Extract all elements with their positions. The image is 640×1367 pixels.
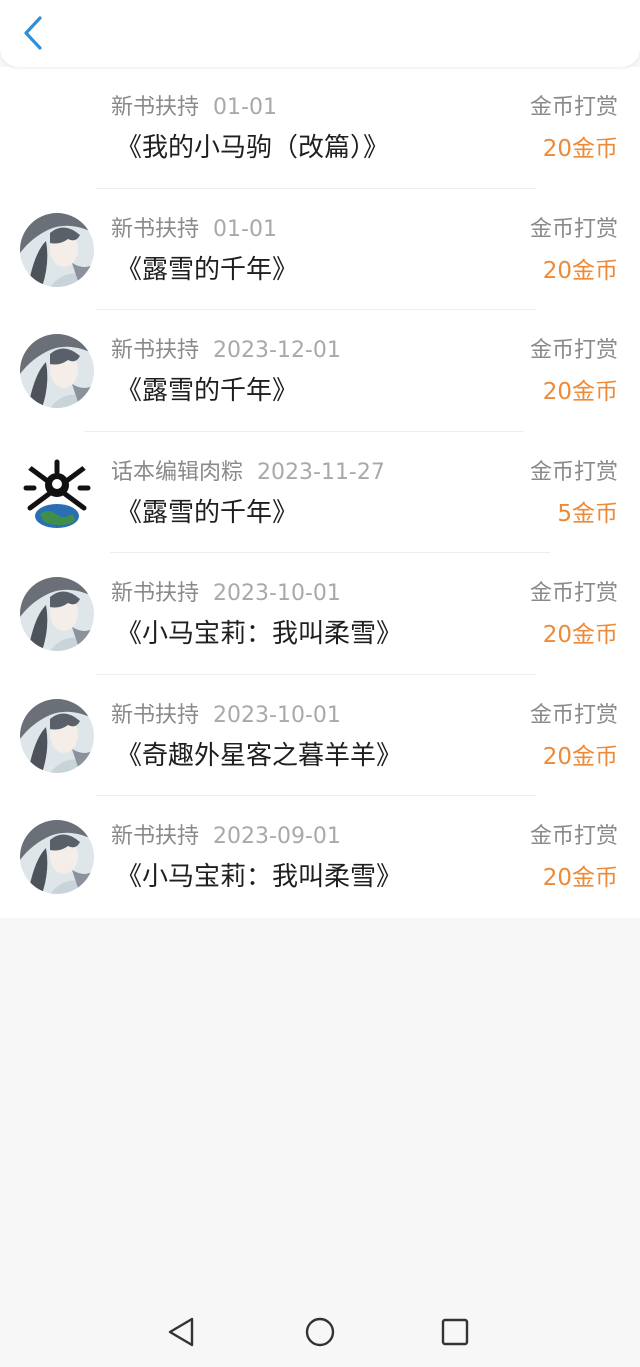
nav-recents-button[interactable]: [434, 1311, 476, 1353]
record-date: 2023-12-01: [213, 338, 341, 363]
triangle-back-icon: [168, 1317, 194, 1347]
reward-type: 金币打赏: [529, 702, 618, 728]
book-title: 《奇趣外星客之暮羊羊》: [116, 740, 403, 771]
reward-amount: 20金币: [542, 136, 618, 162]
avatar: [20, 820, 94, 894]
square-recents-icon: [441, 1318, 469, 1346]
meta-line: 新书扶持 01-01: [111, 216, 277, 244]
top-bar: [0, 0, 640, 67]
avatar: [20, 334, 94, 408]
record-date: 2023-09-01: [213, 824, 341, 849]
reward-type: 金币打赏: [529, 824, 618, 849]
record-date: 2023-10-01: [213, 581, 341, 606]
skull-globe-avatar: [20, 455, 94, 530]
system-nav-bar: [0, 1297, 640, 1367]
reward-amount: 20金币: [542, 865, 618, 891]
avatar: [20, 698, 94, 773]
anime-portrait-avatar: [20, 334, 94, 408]
record-date: 2023-11-27: [257, 459, 385, 485]
chevron-left-icon: [24, 16, 42, 50]
sender-name: 新书扶持: [111, 824, 200, 849]
avatar: [20, 212, 94, 287]
sender-name: 话本编辑肉粽: [111, 459, 244, 485]
sender-name: 新书扶持: [111, 581, 200, 606]
book-title: 《露雪的千年》: [116, 497, 299, 528]
meta-line: 新书扶持 2023-10-01: [111, 580, 341, 608]
reward-amount: 20金币: [542, 379, 618, 405]
sender-name: 新书扶持: [111, 95, 200, 120]
sender-name: 新书扶持: [111, 338, 200, 363]
reward-amount: 20金币: [542, 257, 618, 284]
reward-amount: 5金币: [557, 500, 618, 527]
list-item[interactable]: 新书扶持 2023-09-01 《小马宝莉：我叫柔雪》 金币打赏 20金币: [0, 796, 640, 918]
book-title: 《小马宝莉：我叫柔雪》: [116, 619, 403, 649]
meta-line: 新书扶持 2023-09-01: [111, 823, 341, 851]
avatar: [20, 455, 94, 530]
anime-portrait-avatar: [20, 212, 94, 287]
sender-name: 新书扶持: [111, 216, 200, 242]
anime-portrait-avatar: [20, 698, 94, 773]
circle-home-icon: [305, 1317, 335, 1347]
reward-list: 新书扶持 01-01 《我的小马驹（改篇）》 金币打赏 20金币 新书扶持 01-0…: [0, 67, 640, 918]
avatar: [20, 577, 94, 651]
book-title: 《小马宝莉：我叫柔雪》: [116, 862, 403, 892]
anime-portrait-avatar: [20, 820, 94, 894]
list-item[interactable]: 新书扶持 2023-10-01 《小马宝莉：我叫柔雪》 金币打赏 20金币: [0, 553, 640, 675]
reward-type: 金币打赏: [529, 581, 618, 606]
reward-type: 金币打赏: [529, 338, 618, 363]
reward-type: 金币打赏: [529, 216, 618, 242]
book-title: 《露雪的千年》: [116, 376, 299, 406]
record-date: 2023-10-01: [213, 702, 341, 728]
anime-portrait-avatar: [20, 577, 94, 651]
meta-line: 新书扶持 2023-10-01: [111, 702, 341, 730]
sender-name: 新书扶持: [111, 702, 200, 728]
back-button[interactable]: [14, 10, 54, 56]
list-item[interactable]: 新书扶持 2023-10-01 《奇趣外星客之暮羊羊》 金币打赏 20金币: [0, 675, 640, 796]
meta-line: 新书扶持 2023-12-01: [111, 337, 341, 365]
reward-type: 金币打赏: [529, 459, 618, 485]
reward-type: 金币打赏: [529, 95, 618, 120]
reward-amount: 20金币: [542, 622, 618, 648]
record-date: 01-01: [213, 95, 277, 120]
reward-amount: 20金币: [542, 743, 618, 770]
book-title: 《露雪的千年》: [116, 254, 299, 285]
book-title: 《我的小马驹（改篇）》: [116, 133, 390, 163]
nav-back-button[interactable]: [160, 1311, 202, 1353]
record-date: 01-01: [213, 216, 277, 242]
list-item[interactable]: 新书扶持 01-01 《我的小马驹（改篇）》 金币打赏 20金币: [0, 67, 640, 189]
list-item[interactable]: 话本编辑肉粽 2023-11-27 《露雪的千年》 金币打赏 5金币: [0, 432, 640, 553]
list-item[interactable]: 新书扶持 01-01 《露雪的千年》 金币打赏 20金币: [0, 189, 640, 310]
meta-line: 新书扶持 01-01: [111, 94, 277, 122]
meta-line: 话本编辑肉粽 2023-11-27: [111, 459, 385, 487]
nav-home-button[interactable]: [299, 1311, 341, 1353]
list-item[interactable]: 新书扶持 2023-12-01 《露雪的千年》 金币打赏 20金币: [0, 310, 640, 432]
